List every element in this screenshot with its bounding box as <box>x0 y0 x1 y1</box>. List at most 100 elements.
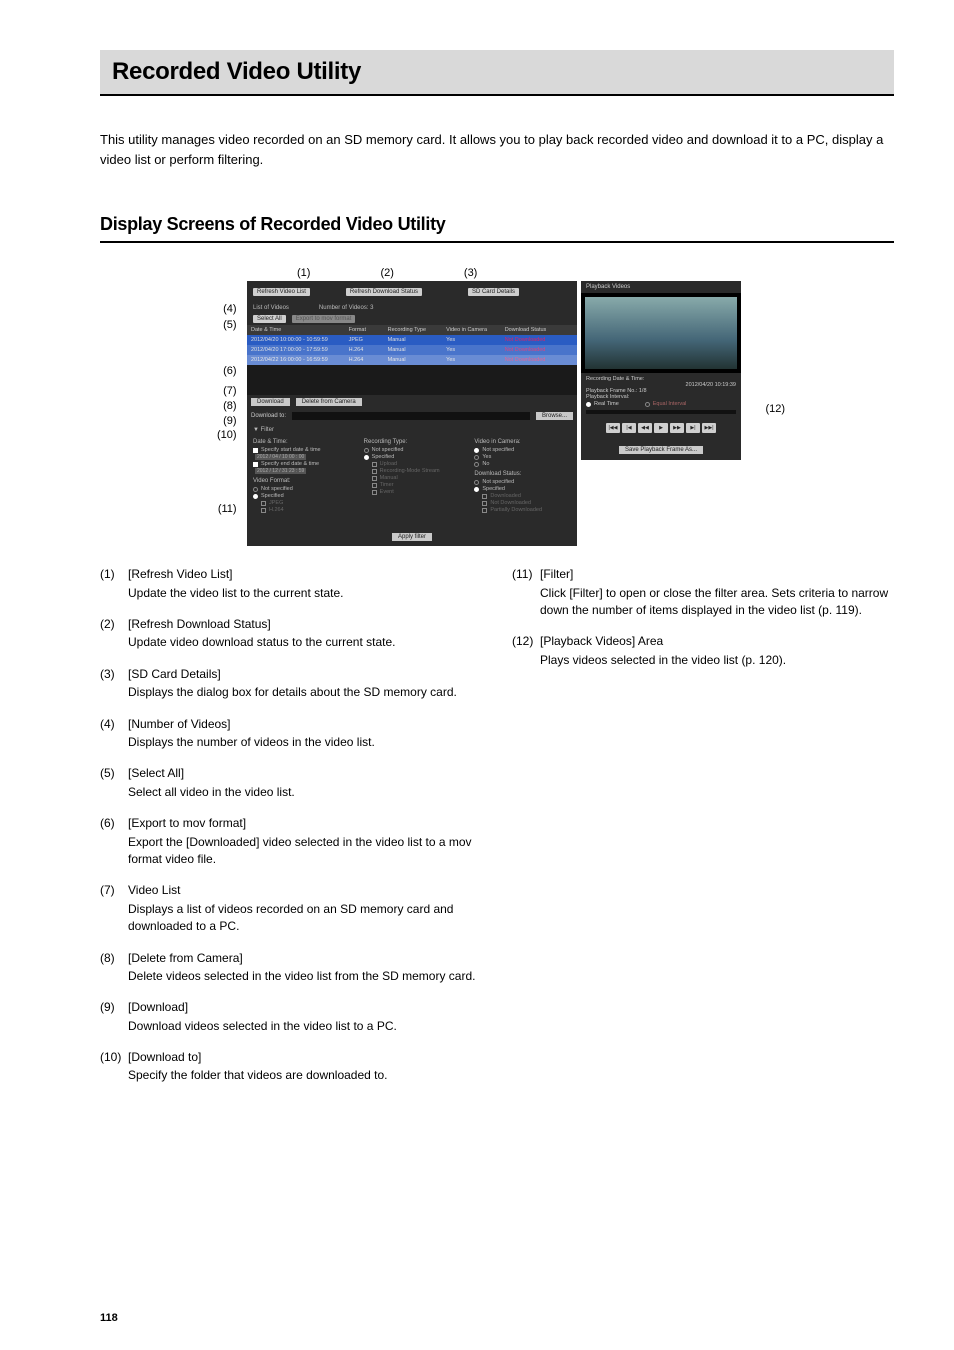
sd-card-details-button[interactable]: SD Card Details <box>468 288 519 296</box>
callout-7: (7) <box>217 385 237 397</box>
ds-spec-radio[interactable] <box>474 487 479 492</box>
browse-button[interactable]: Browse... <box>536 412 573 420</box>
prev-icon[interactable]: |◀ <box>622 423 636 433</box>
callout-1: (1) <box>297 267 310 279</box>
desc-title: [Number of Videos] <box>128 716 231 733</box>
refresh-video-list-button[interactable]: Refresh Video List <box>253 288 310 296</box>
refresh-download-status-button[interactable]: Refresh Download Status <box>346 288 422 296</box>
ds-pdl-checkbox[interactable] <box>482 508 487 513</box>
desc-num: (5) <box>100 765 128 782</box>
end-date-input[interactable]: 2012 / 12 / 31 23 : 59 <box>255 468 306 474</box>
video-count: Number of Videos: 3 <box>319 305 374 311</box>
vic-notspec-radio[interactable] <box>474 448 479 453</box>
desc-title: [Refresh Video List] <box>128 566 233 583</box>
realtime-radio[interactable] <box>586 402 591 407</box>
desc-item: (7)Video ListDisplays a list of videos r… <box>100 882 482 935</box>
start-date-input[interactable]: 2012 / 04 / 10 00 : 00 <box>255 454 306 460</box>
section-heading: Display Screens of Recorded Video Utilit… <box>100 214 894 243</box>
desc-body: Update the video list to the current sta… <box>128 585 482 602</box>
desc-num: (4) <box>100 716 128 733</box>
apply-filter-button[interactable]: Apply filter <box>392 533 432 541</box>
left-column: (1)[Refresh Video List]Update the video … <box>100 566 482 1099</box>
toolbar: Refresh Video List Refresh Download Stat… <box>247 281 577 303</box>
desc-title: [Export to mov format] <box>128 815 246 832</box>
select-all-button[interactable]: Select All <box>253 315 286 323</box>
vf-notspec-radio[interactable] <box>253 487 258 492</box>
desc-num: (12) <box>512 633 540 650</box>
desc-body: Select all video in the video list. <box>128 784 482 801</box>
desc-item: (11)[Filter]Click [Filter] to open or cl… <box>512 566 894 619</box>
callout-12: (12) <box>765 403 785 415</box>
export-mov-button[interactable]: Export to mov format <box>292 315 356 323</box>
interval-label: Playback Interval: <box>586 394 736 400</box>
vic-yes-radio[interactable] <box>474 455 479 460</box>
callouts-top: (1) (2) (3) <box>297 267 747 279</box>
filter-panel: Date & Time: Specify start date & time 2… <box>247 435 577 522</box>
download-button[interactable]: Download <box>251 398 290 406</box>
next-icon[interactable]: ▶| <box>686 423 700 433</box>
playback-video <box>581 293 741 373</box>
page-title: Recorded Video Utility <box>112 58 882 86</box>
start-date-checkbox[interactable] <box>253 448 258 453</box>
callout-3: (3) <box>464 267 477 279</box>
table-row[interactable]: 2012/04/20 17:00:00 - 17:59:59 H.264 Man… <box>247 345 577 355</box>
desc-body: Plays videos selected in the video list … <box>540 652 894 669</box>
equal-interval-radio[interactable] <box>645 402 650 407</box>
desc-body: Download videos selected in the video li… <box>128 1018 482 1035</box>
h264-checkbox[interactable] <box>261 508 266 513</box>
callout-9: (9) <box>217 415 237 427</box>
desc-item: (6)[Export to mov format]Export the [Dow… <box>100 815 482 868</box>
vic-no-radio[interactable] <box>474 462 479 467</box>
ds-notspec-radio[interactable] <box>474 480 479 485</box>
title-bar: Recorded Video Utility <box>100 50 894 96</box>
desc-title: [SD Card Details] <box>128 666 221 683</box>
table-row[interactable]: 2012/04/22 16:00:00 - 16:59:59 H.264 Man… <box>247 355 577 365</box>
ffwd-icon[interactable]: ▶▶ <box>670 423 684 433</box>
jpeg-checkbox[interactable] <box>261 501 266 506</box>
desc-title: [Refresh Download Status] <box>128 616 271 633</box>
rt-spec-radio[interactable] <box>364 455 369 460</box>
table-header: Date & Time Format Recording Type Video … <box>247 325 577 335</box>
desc-item: (2)[Refresh Download Status]Update video… <box>100 616 482 652</box>
desc-item: (1)[Refresh Video List]Update the video … <box>100 566 482 602</box>
desc-title: [Playback Videos] Area <box>540 633 663 650</box>
table-row[interactable]: 2012/04/20 10:00:00 - 10:59:59 JPEG Manu… <box>247 335 577 345</box>
desc-item: (10)[Download to]Specify the folder that… <box>100 1049 482 1085</box>
rew-icon[interactable]: ◀◀ <box>638 423 652 433</box>
rms-checkbox[interactable] <box>372 469 377 474</box>
rt-notspec-radio[interactable] <box>364 448 369 453</box>
upload-checkbox[interactable] <box>372 462 377 467</box>
desc-num: (7) <box>100 882 128 899</box>
timer-checkbox[interactable] <box>372 483 377 488</box>
first-icon[interactable]: |◀◀ <box>606 423 620 433</box>
page-number: 118 <box>100 1312 118 1324</box>
figure: (1) (2) (3) (4) (5) (6) (7) (8) (9) (10)… <box>247 267 747 546</box>
descriptions: (1)[Refresh Video List]Update the video … <box>100 566 894 1099</box>
save-frame-button[interactable]: Save Playback Frame As... <box>619 446 703 454</box>
callout-11: (11) <box>217 503 237 515</box>
playback-controls: |◀◀ |◀ ◀◀ ▶ ▶▶ ▶| ▶▶| <box>581 420 741 436</box>
ds-ndl-checkbox[interactable] <box>482 501 487 506</box>
desc-num: (11) <box>512 566 540 583</box>
desc-num: (8) <box>100 950 128 967</box>
callout-10: (10) <box>217 429 237 441</box>
play-icon[interactable]: ▶ <box>654 423 668 433</box>
manual-checkbox[interactable] <box>372 476 377 481</box>
vf-spec-radio[interactable] <box>253 494 258 499</box>
end-date-checkbox[interactable] <box>253 462 258 467</box>
desc-item: (3)[SD Card Details]Displays the dialog … <box>100 666 482 702</box>
event-checkbox[interactable] <box>372 490 377 495</box>
ds-dl-checkbox[interactable] <box>482 494 487 499</box>
delete-button[interactable]: Delete from Camera <box>296 398 362 406</box>
callout-6: (6) <box>217 365 237 377</box>
last-icon[interactable]: ▶▶| <box>702 423 716 433</box>
desc-title: [Download to] <box>128 1049 201 1066</box>
desc-body: Specify the folder that videos are downl… <box>128 1067 482 1084</box>
filter-toggle[interactable]: ▼ Filter <box>253 427 274 433</box>
desc-title: [Filter] <box>540 566 573 583</box>
desc-num: (9) <box>100 999 128 1016</box>
callout-8: (8) <box>217 400 237 412</box>
desc-item: (4)[Number of Videos]Displays the number… <box>100 716 482 752</box>
callout-2: (2) <box>380 267 393 279</box>
desc-num: (10) <box>100 1049 128 1066</box>
